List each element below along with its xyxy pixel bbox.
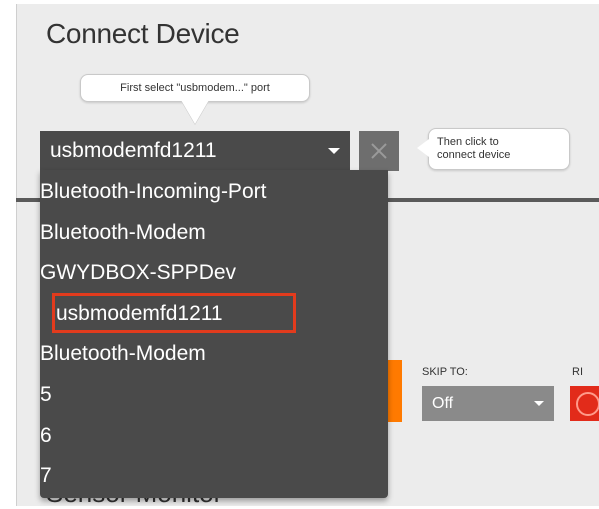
connect-button[interactable]: [359, 131, 399, 171]
record-button[interactable]: [570, 386, 599, 421]
dropdown-option[interactable]: 5: [40, 383, 52, 407]
connect-tooltip: Then click to connect device: [417, 128, 570, 170]
skip-to-value: Off: [432, 394, 454, 412]
dropdown-option[interactable]: 7: [40, 464, 52, 488]
chevron-down-icon: [328, 148, 340, 154]
connect-tooltip-line1: Then click to: [437, 136, 499, 148]
chevron-down-icon: [534, 401, 544, 406]
record-icon: [576, 392, 599, 416]
orange-button[interactable]: [388, 360, 402, 422]
dropdown-option[interactable]: Bluetooth-Incoming-Port: [40, 180, 266, 204]
dropdown-option[interactable]: Bluetooth-Modem: [40, 221, 206, 245]
dropdown-option[interactable]: Bluetooth-Modem: [40, 342, 206, 366]
select-port-tooltip: First select "usbmodem..." port: [80, 74, 310, 102]
connect-tooltip-line2: connect device: [437, 149, 511, 161]
dropdown-option[interactable]: GWYDBOX-SPPDev: [40, 261, 236, 285]
dropdown-option[interactable]: 6: [40, 424, 52, 448]
record-label: RI: [572, 366, 583, 378]
port-select[interactable]: usbmodemfd1211: [40, 131, 350, 171]
selection-highlight-box: [52, 293, 296, 333]
port-dropdown-list: [40, 170, 388, 498]
x-icon: [371, 143, 387, 159]
select-port-tooltip-text: First select "usbmodem..." port: [120, 81, 270, 94]
skip-to-select[interactable]: Off: [422, 386, 554, 421]
port-select-value: usbmodemfd1211: [50, 139, 217, 162]
page-title: Connect Device: [46, 18, 240, 49]
skip-to-label: SKIP TO:: [422, 366, 468, 378]
